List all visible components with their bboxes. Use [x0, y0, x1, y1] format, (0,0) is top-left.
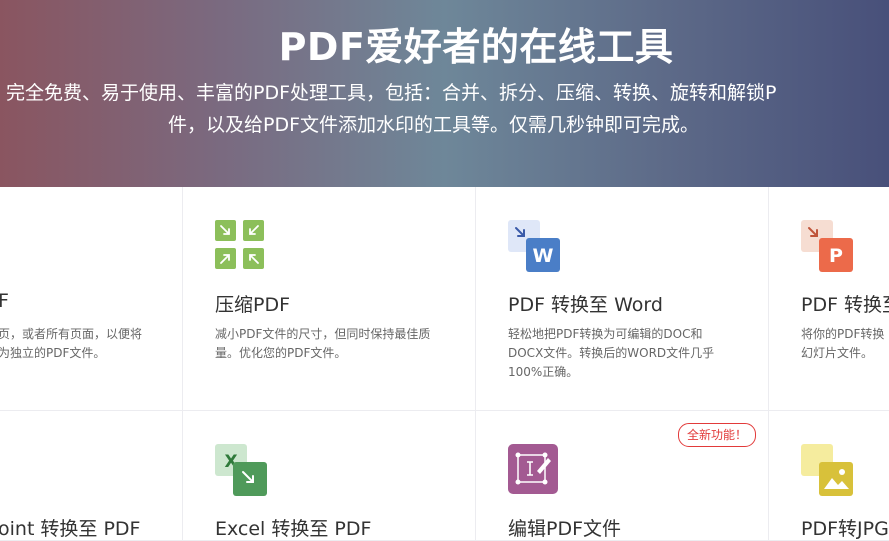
- tool-description: 将你的PDF转换 幻灯片文件。: [801, 327, 885, 360]
- image-icon: [801, 444, 853, 496]
- tool-title: 压缩PDF: [215, 294, 291, 316]
- svg-text:P: P: [829, 245, 843, 267]
- svg-text:W: W: [533, 245, 554, 267]
- tool-card-pdf-to-powerpoint[interactable]: P PDF 转换至 将你的PDF转换 幻灯片文件。: [769, 187, 889, 411]
- hero-subtitle-line2: 件，以及给PDF文件添加水印的工具等。仅需几秒钟即可完成。: [168, 114, 700, 136]
- hero-title: PDF爱好者的在线工具: [278, 25, 674, 69]
- tool-title: PDF 转换至: [801, 294, 889, 316]
- tool-card-split-pdf[interactable]: F 页，或者所有页面，以便将 为独立的PDF文件。: [0, 187, 183, 411]
- tool-description: 减小PDF文件的尺寸，但同时保持最佳质 量。优化您的PDF文件。: [215, 327, 431, 360]
- edit-icon: [508, 444, 558, 494]
- tool-card-pdf-to-word[interactable]: W PDF 转换至 Word 轻松地把PDF转换为可编辑的DOC和 DOCX文件…: [476, 187, 769, 411]
- hero-subtitle-line1: 完全免费、易于使用、丰富的PDF处理工具，包括：合并、拆分、压缩、转换、旋转和解…: [6, 82, 777, 104]
- tool-title: 编辑PDF文件: [508, 518, 622, 540]
- tools-grid: F 页，或者所有页面，以便将 为独立的PDF文件。 压缩PDF 减小: [0, 187, 889, 541]
- tool-description: 轻松地把PDF转换为可编辑的DOC和 DOCX文件。转换后的WORD文件几乎 1…: [508, 327, 715, 379]
- powerpoint-icon: P: [801, 220, 853, 272]
- hero-banner: PDF爱好者的在线工具 完全免费、易于使用、丰富的PDF处理工具，包括：合并、拆…: [0, 0, 889, 187]
- new-feature-badge: 全新功能！: [678, 423, 757, 447]
- tool-title: Excel 转换至 PDF: [215, 518, 372, 540]
- tool-title: PDF转JPG: [801, 518, 889, 540]
- tool-card-edit-pdf[interactable]: 全新功能！ 编辑PDF文件: [476, 411, 769, 541]
- tool-card-excel-to-pdf[interactable]: X Excel 转换至 PDF: [183, 411, 476, 541]
- compress-icon: [215, 220, 264, 269]
- tool-title: F: [0, 290, 9, 312]
- tool-card-pdf-to-jpg[interactable]: PDF转JPG: [769, 411, 889, 541]
- tool-description: 页，或者所有页面，以便将 为独立的PDF文件。: [0, 327, 143, 360]
- tool-card-compress-pdf[interactable]: 压缩PDF 减小PDF文件的尺寸，但同时保持最佳质 量。优化您的PDF文件。: [183, 187, 476, 411]
- tool-card-powerpoint-to-pdf[interactable]: oint 转换至 PDF: [0, 411, 183, 541]
- excel-icon: X: [215, 444, 267, 496]
- word-icon: W: [508, 220, 560, 272]
- tool-title: PDF 转换至 Word: [508, 294, 663, 316]
- tool-title: oint 转换至 PDF: [0, 518, 141, 540]
